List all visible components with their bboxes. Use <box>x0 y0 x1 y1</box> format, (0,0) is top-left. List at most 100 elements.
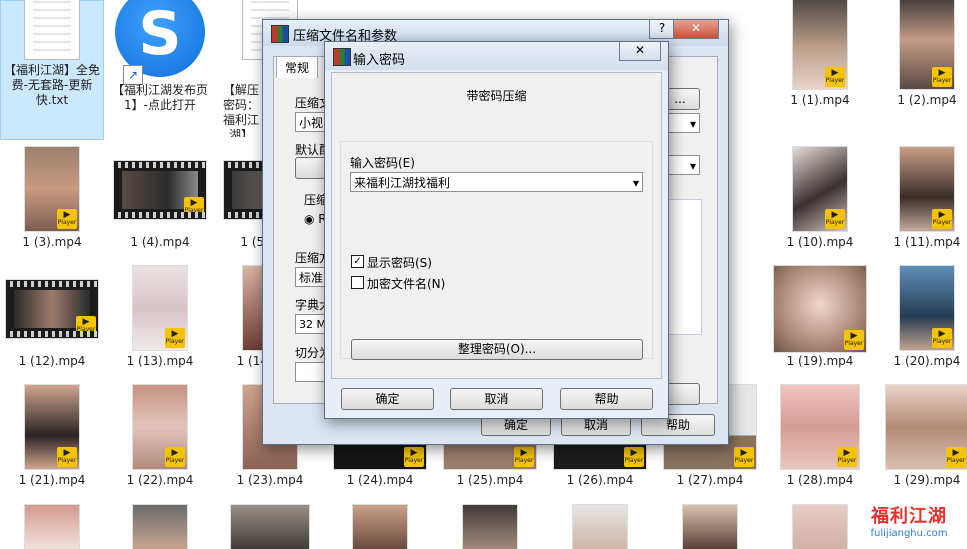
video-thumbnail: Player <box>6 280 98 338</box>
video-thumbnail <box>573 505 627 549</box>
file-item[interactable] <box>768 500 872 549</box>
player-badge-icon: Player <box>184 189 204 217</box>
file-name: 1 (11).mp4 <box>893 235 961 249</box>
video-thumbnail: Player <box>133 266 187 350</box>
watermark-url: fulijianghu.com <box>870 528 948 539</box>
file-item[interactable]: Player 1 (13).mp4 <box>108 261 212 377</box>
video-thumbnail: Player <box>25 147 79 231</box>
file-name: 1 (13).mp4 <box>126 354 194 368</box>
help-button[interactable]: 帮助 <box>560 388 653 410</box>
organize-passwords-button[interactable]: 整理密码(O)... <box>351 339 643 360</box>
file-name: 1 (1).mp4 <box>790 93 850 107</box>
file-name: 1 (4).mp4 <box>130 235 190 249</box>
close-button[interactable]: ✕ <box>673 20 719 39</box>
close-button[interactable]: ✕ <box>619 42 661 61</box>
file-name: 1 (27).mp4 <box>676 473 744 487</box>
player-badge-icon: Player <box>837 439 857 467</box>
title-bar: 输入密码 ✕ <box>325 42 668 70</box>
file-item[interactable] <box>658 500 762 549</box>
shortcut-arrow-icon: ↗ <box>123 65 143 85</box>
help-title-button[interactable]: ? <box>649 20 675 39</box>
file-name: 1 (10).mp4 <box>786 235 854 249</box>
cancel-button[interactable]: 取消 <box>450 388 543 410</box>
video-thumbnail: Player <box>793 0 847 89</box>
player-badge-icon: Player <box>624 439 644 467</box>
player-badge-icon: Player <box>932 320 952 348</box>
tab-general[interactable]: 常规 <box>276 56 319 78</box>
player-badge-icon: Player <box>825 201 845 229</box>
file-name: 1 (12).mp4 <box>18 354 86 368</box>
video-thumbnail <box>463 505 517 549</box>
file-item[interactable]: 【福利江湖】全免费-无套路-更新快.txt <box>0 0 104 140</box>
file-item[interactable] <box>108 500 212 549</box>
file-name: 1 (21).mp4 <box>18 473 86 487</box>
file-item[interactable] <box>438 500 542 549</box>
file-name: 【福利江湖】全免费-无套路-更新快.txt <box>3 63 100 107</box>
file-item[interactable] <box>0 500 104 549</box>
text-file-icon <box>25 0 79 59</box>
video-thumbnail: Player <box>900 266 954 350</box>
player-badge-icon: Player <box>165 320 185 348</box>
site-watermark: 福利江湖 fulijianghu.com <box>859 502 959 544</box>
file-item[interactable]: Player 1 (21).mp4 <box>0 380 104 496</box>
file-item[interactable]: Player 1 (10).mp4 <box>768 142 872 258</box>
encrypt-names-checkbox[interactable] <box>351 276 364 289</box>
file-name: 【解压密码：福利江湖】 <box>222 83 259 137</box>
file-item[interactable]: Player 1 (3).mp4 <box>0 142 104 258</box>
file-item[interactable]: Player 1 (12).mp4 <box>0 261 104 377</box>
file-item[interactable]: Player 1 (1).mp4 <box>768 0 872 116</box>
video-thumbnail: Player <box>114 161 206 219</box>
player-badge-icon: Player <box>946 439 966 467</box>
video-thumbnail <box>231 505 309 549</box>
file-name: 1 (19).mp4 <box>786 354 854 368</box>
player-badge-icon: Player <box>734 439 754 467</box>
file-item[interactable]: Player 1 (29).mp4 <box>875 380 967 496</box>
video-thumbnail: Player <box>781 385 859 469</box>
password-input[interactable]: 来福利江湖找福利 <box>350 172 643 192</box>
encrypt-names-label: 加密文件名(N) <box>367 277 446 291</box>
video-thumbnail <box>133 505 187 549</box>
file-name: 1 (3).mp4 <box>22 235 82 249</box>
show-password-checkbox[interactable]: ✓ <box>351 255 364 268</box>
video-thumbnail: Player <box>793 147 847 231</box>
watermark-text: 福利江湖 <box>871 506 947 527</box>
file-name: 1 (20).mp4 <box>893 354 961 368</box>
video-thumbnail: Player <box>900 0 954 89</box>
player-badge-icon: Player <box>932 201 952 229</box>
video-thumbnail: Player <box>886 385 967 469</box>
video-thumbnail <box>683 505 737 549</box>
file-item[interactable]: Player 1 (22).mp4 <box>108 380 212 496</box>
winrar-icon <box>271 25 289 43</box>
player-badge-icon: Player <box>57 439 77 467</box>
file-item[interactable] <box>328 500 432 549</box>
player-badge-icon: Player <box>76 308 96 336</box>
show-password-label: 显示密码(S) <box>367 256 432 270</box>
video-thumbnail <box>353 505 407 549</box>
file-name: 1 (26).mp4 <box>566 473 634 487</box>
ok-button[interactable]: 确定 <box>341 388 434 410</box>
player-badge-icon: Player <box>404 439 424 467</box>
file-item[interactable]: Player 1 (4).mp4 <box>108 142 212 258</box>
file-item[interactable]: S ↗ 【福利江湖发布页1】-点此打开 <box>108 0 212 140</box>
file-name: 1 (22).mp4 <box>126 473 194 487</box>
video-thumbnail: Player <box>133 385 187 469</box>
video-thumbnail: Player <box>774 266 866 352</box>
file-item[interactable] <box>218 500 322 549</box>
file-item[interactable]: Player 1 (19).mp4 <box>768 261 872 377</box>
file-item[interactable]: Player 1 (2).mp4 <box>875 0 967 116</box>
player-badge-icon: Player <box>844 322 864 350</box>
file-item[interactable]: Player 1 (11).mp4 <box>875 142 967 258</box>
player-badge-icon: Player <box>825 59 845 87</box>
file-item[interactable]: Player 1 (20).mp4 <box>875 261 967 377</box>
file-name: 1 (2).mp4 <box>897 93 957 107</box>
player-badge-icon: Player <box>57 201 77 229</box>
file-item[interactable] <box>548 500 652 549</box>
file-name: 1 (23).mp4 <box>236 473 304 487</box>
file-name: 1 (29).mp4 <box>893 473 961 487</box>
password-dialog: 输入密码 ✕ 带密码压缩 输入密码(E) 来福利江湖找福利 ✓ 显示密码(S) … <box>324 41 669 419</box>
file-name: 1 (24).mp4 <box>346 473 414 487</box>
player-badge-icon: Player <box>932 59 952 87</box>
video-thumbnail <box>25 505 79 549</box>
winrar-icon <box>333 48 351 66</box>
file-item[interactable]: Player 1 (28).mp4 <box>768 380 872 496</box>
